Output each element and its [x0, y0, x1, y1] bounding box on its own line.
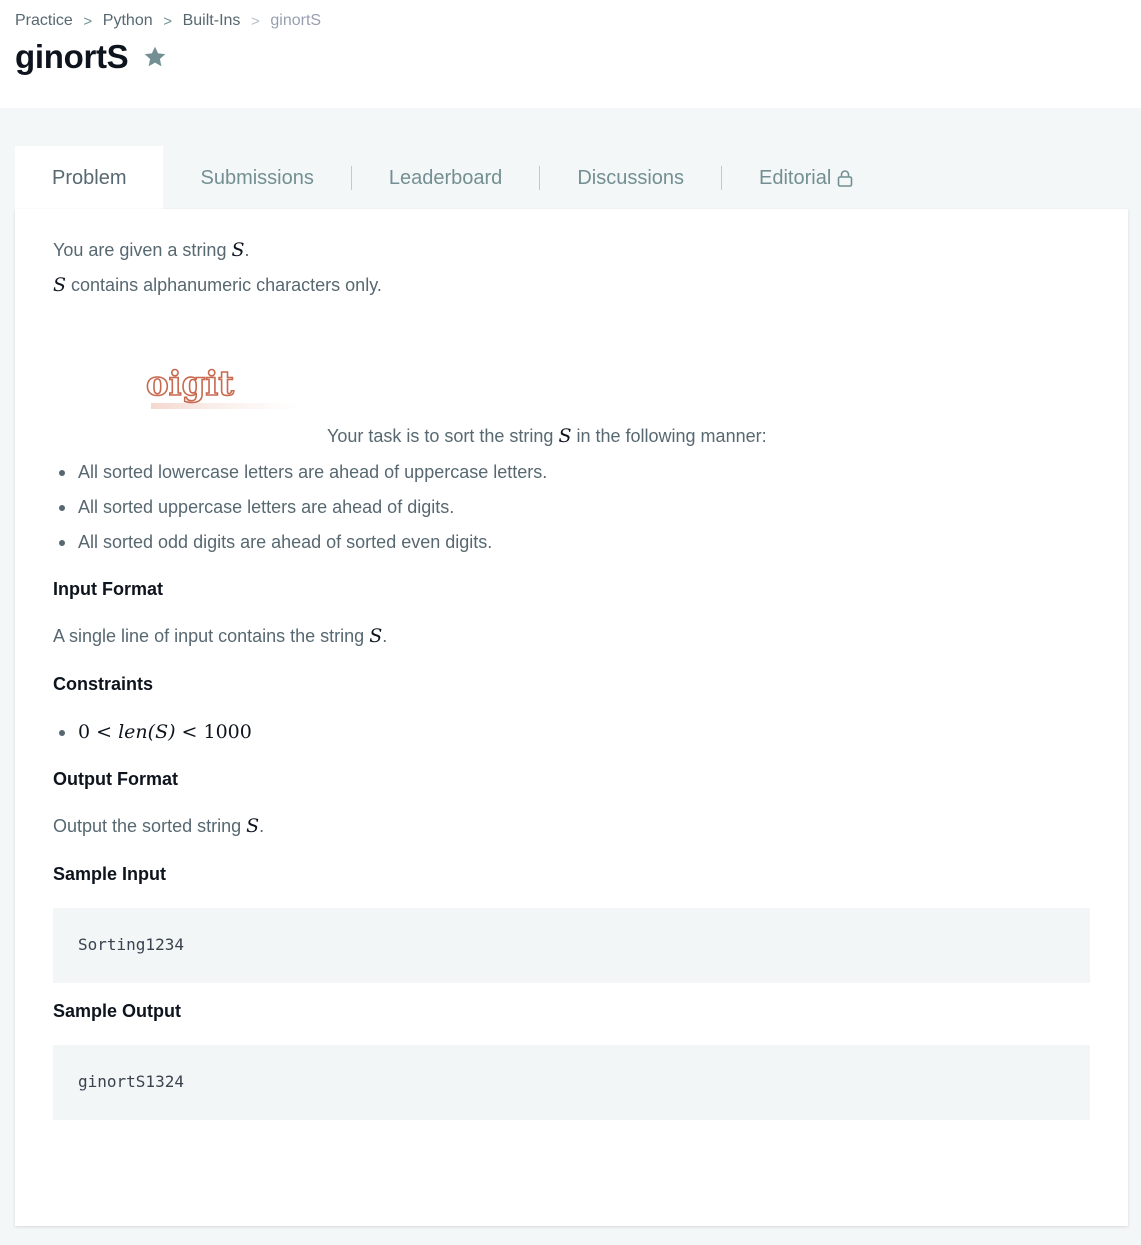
tab-label: Discussions	[577, 166, 685, 189]
math-expr: 0 <	[78, 721, 119, 743]
tab-discussions[interactable]: Discussions	[540, 146, 721, 210]
sample-input-heading: Sample Input	[53, 864, 167, 884]
top-header: Practice > Python > Built-Ins > ginortS …	[0, 0, 1141, 108]
breadcrumb-separator: >	[251, 12, 260, 30]
tab-label: Submissions	[200, 166, 314, 189]
math-var: S	[231, 239, 245, 261]
output-format-text: Output the sorted string S.	[53, 815, 264, 837]
constraints-heading: Constraints	[53, 674, 154, 694]
task-text: Your task is to sort the string	[327, 426, 559, 446]
breadcrumb-separator: >	[163, 12, 172, 30]
intro-line-2: S contains alphanumeric characters only.	[53, 274, 382, 296]
sample-input-box[interactable]: Sorting1234	[53, 908, 1090, 983]
list-item: All sorted uppercase letters are ahead o…	[53, 494, 547, 529]
math-var: S	[558, 425, 572, 447]
math-var: S	[246, 815, 260, 837]
intro-line-1: You are given a string S.	[53, 239, 250, 261]
list-item: All sorted lowercase letters are ahead o…	[53, 459, 547, 494]
title-row: ginortS	[15, 38, 168, 76]
input-format-desc: .	[382, 626, 388, 646]
math-var: S	[53, 274, 67, 296]
list-item: 0 < len(S) < 1000	[53, 719, 252, 754]
task-line: Your task is to sort the string S in the…	[327, 425, 767, 447]
input-format-desc: A single line of input contains the stri…	[53, 626, 370, 646]
tab-submissions[interactable]: Submissions	[163, 146, 350, 210]
tab-label: Problem	[52, 166, 127, 189]
breadcrumb-practice[interactable]: Practice	[15, 12, 73, 30]
task-text: in the following manner:	[571, 426, 767, 446]
breadcrumb-separator: >	[83, 12, 93, 30]
breadcrumb: Practice > Python > Built-Ins > ginortS	[15, 12, 321, 30]
math-expr: len(S)	[118, 721, 176, 743]
input-format-heading: Input Format	[53, 579, 163, 599]
math-var: S	[369, 625, 383, 647]
lock-icon	[835, 168, 855, 188]
tab-editorial[interactable]: Editorial	[722, 146, 892, 210]
sample-output-box[interactable]: ginortS1324	[53, 1045, 1090, 1120]
intro-text: contains alphanumeric characters only.	[66, 275, 382, 295]
sample-output-code: ginortS1324	[78, 1072, 184, 1091]
page-title: ginortS	[15, 38, 129, 75]
input-format-text: A single line of input contains the stri…	[53, 625, 387, 647]
intro-text: .	[244, 240, 250, 260]
breadcrumb-python[interactable]: Python	[103, 12, 153, 30]
problem-tabs: Problem Submissions Leaderboard Discussi…	[15, 146, 892, 210]
sample-input-code: Sorting1234	[78, 935, 184, 954]
rules-list: All sorted lowercase letters are ahead o…	[53, 459, 547, 564]
tab-problem[interactable]: Problem	[15, 146, 164, 210]
sort-illustration-image: oigit	[146, 365, 301, 409]
sample-output-heading: Sample Output	[53, 1001, 182, 1021]
tab-label: Editorial	[759, 166, 832, 189]
star-icon[interactable]	[142, 44, 168, 70]
output-format-desc: .	[259, 816, 265, 836]
breadcrumb-built-ins[interactable]: Built-Ins	[183, 12, 241, 30]
list-item: All sorted odd digits are ahead of sorte…	[53, 529, 547, 564]
tab-leaderboard[interactable]: Leaderboard	[352, 146, 539, 210]
math-expr: < 1000	[175, 721, 252, 743]
output-format-heading: Output Format	[53, 769, 178, 789]
problem-panel: You are given a string S. S contains alp…	[15, 209, 1128, 1226]
intro-text: You are given a string	[53, 240, 232, 260]
output-format-desc: Output the sorted string	[53, 816, 247, 836]
tab-label: Leaderboard	[388, 166, 503, 189]
constraints-list: 0 < len(S) < 1000	[53, 719, 252, 754]
image-text: oigit	[146, 365, 234, 404]
breadcrumb-current: ginortS	[270, 12, 322, 29]
